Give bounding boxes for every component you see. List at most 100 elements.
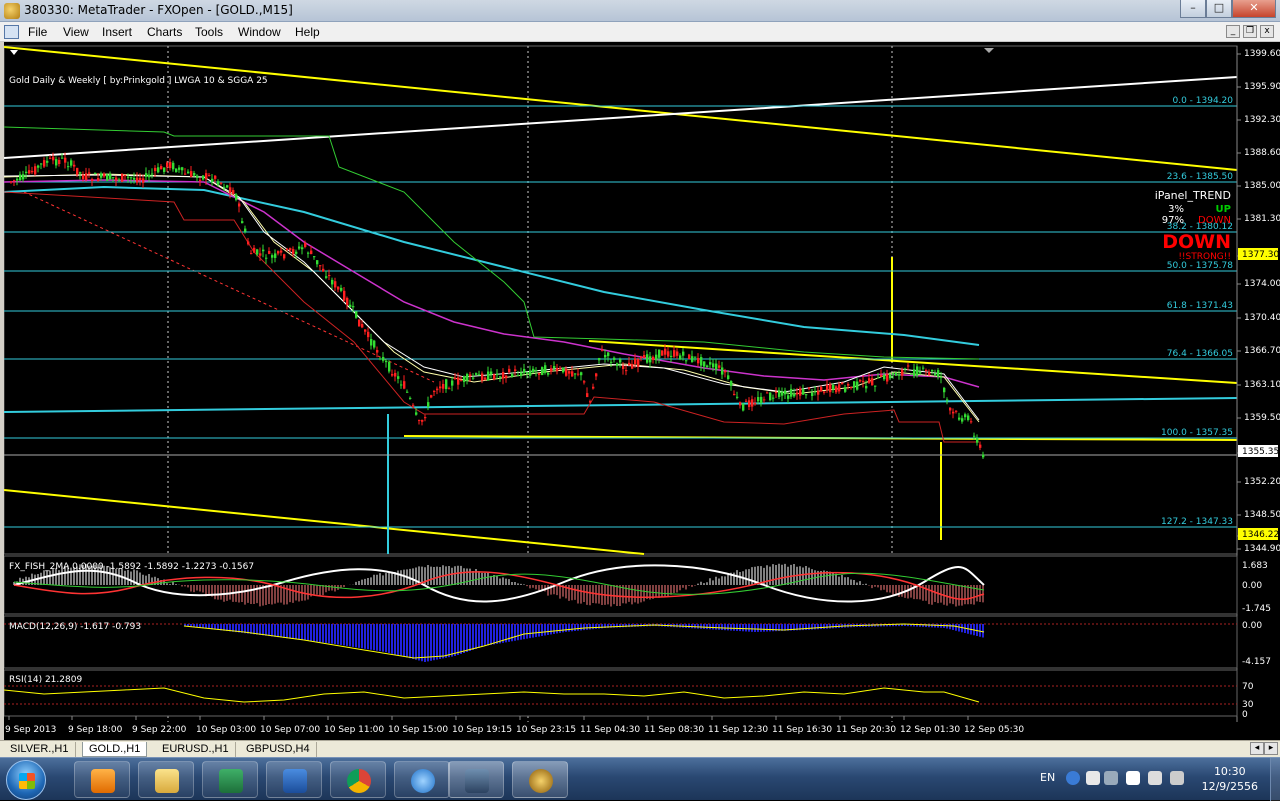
- taskbar-ie[interactable]: [394, 761, 450, 798]
- flag-icon[interactable]: [1126, 771, 1140, 785]
- network-icon[interactable]: [1170, 771, 1184, 785]
- candle-body: [520, 372, 523, 376]
- candle-body: [802, 388, 805, 395]
- time-label: 12 Sep 01:30: [900, 725, 960, 735]
- candle-body: [928, 371, 931, 376]
- candle-body: [124, 174, 127, 177]
- candle-body: [865, 385, 868, 389]
- macd-bar: [268, 624, 270, 637]
- macd-bar: [340, 624, 342, 645]
- menu-view[interactable]: View: [63, 25, 89, 39]
- candle-body: [922, 367, 925, 369]
- help-icon[interactable]: [1066, 771, 1080, 785]
- start-button[interactable]: [6, 760, 46, 800]
- macd-bar: [553, 624, 555, 634]
- candle-body: [67, 166, 70, 168]
- macd-bar: [418, 624, 420, 661]
- candle-body: [256, 249, 259, 255]
- candle-body: [679, 355, 682, 360]
- macd-bar: [727, 624, 729, 631]
- taskbar-word[interactable]: [266, 761, 322, 798]
- tab-gold[interactable]: GOLD.,H1: [82, 742, 148, 757]
- macd-bar: [349, 624, 351, 647]
- tab-silver[interactable]: SILVER.,H1: [4, 742, 76, 757]
- tab-eurusd[interactable]: EURUSD.,H1: [156, 742, 236, 757]
- candle-body: [178, 167, 181, 170]
- time-label: 11 Sep 16:30: [772, 725, 832, 735]
- macd-bar: [460, 624, 462, 654]
- candle-body: [760, 396, 763, 404]
- taskbar-media-player[interactable]: [74, 761, 130, 798]
- mdi-close-button[interactable]: x: [1260, 25, 1274, 38]
- taskbar-metatrader-editor[interactable]: [448, 761, 504, 798]
- maximize-button[interactable]: □: [1206, 0, 1232, 18]
- close-button[interactable]: ✕: [1232, 0, 1276, 18]
- chart-window[interactable]: Gold Daily & Weekly [ by:Prinkgold ] LWG…: [0, 42, 1280, 740]
- taskbar-chrome[interactable]: [330, 761, 386, 798]
- arrow-up-icon[interactable]: [1104, 771, 1118, 785]
- macd-bar: [307, 624, 309, 641]
- candle-body: [487, 371, 490, 381]
- candle-body: [217, 181, 220, 185]
- candle-body: [247, 241, 250, 245]
- menu-insert[interactable]: Insert: [102, 25, 132, 39]
- candle-body: [10, 181, 13, 183]
- speaker-muted-icon[interactable]: [1148, 771, 1162, 785]
- candle-body: [814, 391, 817, 393]
- pen-icon[interactable]: [1086, 771, 1100, 785]
- taskbar-excel[interactable]: [202, 761, 258, 798]
- taskbar-explorer[interactable]: [138, 761, 194, 798]
- macd-bar: [376, 624, 378, 651]
- candle-body: [871, 378, 874, 386]
- fib-label: 127.2 - 1347.33: [1161, 517, 1233, 527]
- candle-body: [619, 359, 622, 363]
- price-chart[interactable]: Gold Daily & Weekly [ by:Prinkgold ] LWG…: [4, 42, 1280, 740]
- minimize-button[interactable]: –: [1180, 0, 1206, 18]
- taskbar: EN 10:30 12/9/2556: [0, 757, 1280, 801]
- candle-body: [652, 356, 655, 360]
- candle-body: [292, 249, 295, 255]
- candle-body: [673, 350, 676, 357]
- macd-bar: [577, 624, 579, 631]
- time-label: 10 Sep 19:15: [452, 725, 512, 735]
- chart-header: Gold Daily & Weekly [ by:Prinkgold ] LWG…: [9, 76, 268, 86]
- main-pane: [4, 45, 1238, 555]
- menu-charts[interactable]: Charts: [147, 25, 182, 39]
- chart-doc-icon[interactable]: [4, 25, 19, 39]
- menu-file[interactable]: File: [28, 25, 47, 39]
- candle-body: [583, 381, 586, 383]
- mdi-minimize-button[interactable]: _: [1226, 25, 1240, 38]
- tab-scroll-right[interactable]: ▸: [1264, 742, 1278, 755]
- candle-body: [157, 167, 160, 173]
- tab-scroll-left[interactable]: ◂: [1250, 742, 1264, 755]
- menu-help[interactable]: Help: [295, 25, 320, 39]
- macd-bar: [475, 624, 477, 649]
- tab-gbpusd[interactable]: GBPUSD,H4: [240, 742, 317, 757]
- language-indicator[interactable]: EN: [1040, 771, 1055, 784]
- candle-body: [49, 157, 52, 159]
- candle-body: [175, 168, 178, 172]
- macd-bar: [832, 624, 834, 629]
- candle-body: [412, 404, 415, 406]
- candle-body: [265, 257, 268, 259]
- macd-bar: [277, 624, 279, 638]
- mdi-restore-button[interactable]: ❐: [1243, 25, 1257, 38]
- macd-bar: [280, 624, 282, 638]
- macd-bar: [550, 624, 552, 635]
- price-label: 1385.00: [1244, 181, 1280, 191]
- clock[interactable]: 10:30 12/9/2556: [1202, 764, 1258, 794]
- time-label: 10 Sep 03:00: [196, 725, 256, 735]
- candle-body: [349, 304, 352, 308]
- macd-bar: [406, 624, 408, 658]
- candle-body: [76, 167, 79, 175]
- taskbar-metatrader[interactable]: [512, 761, 568, 798]
- candle-body: [841, 382, 844, 385]
- menu-window[interactable]: Window: [238, 25, 281, 39]
- macd-bar: [409, 624, 411, 659]
- candle-body: [598, 358, 601, 361]
- menu-tools[interactable]: Tools: [195, 25, 223, 39]
- candle-body: [262, 249, 265, 252]
- show-desktop-button[interactable]: [1270, 758, 1280, 801]
- candle-body: [241, 221, 244, 224]
- folder-icon: [155, 769, 179, 793]
